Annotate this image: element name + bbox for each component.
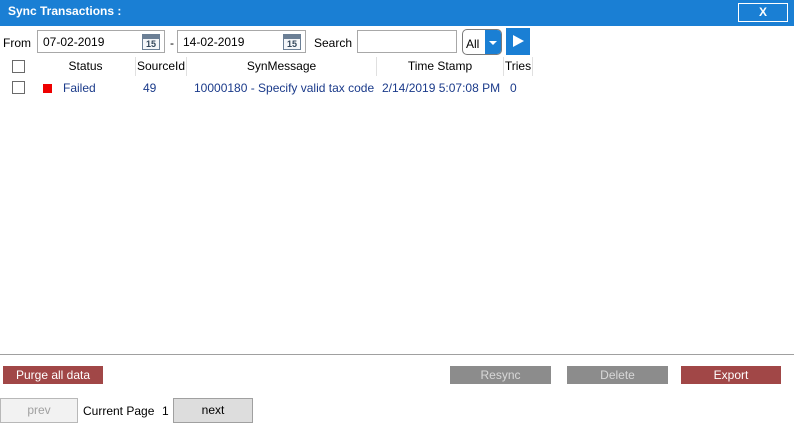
to-date-picker[interactable]: 14-02-2019 15 (177, 30, 306, 53)
status-filter-value: All (466, 37, 480, 51)
purge-all-data-button[interactable]: Purge all data (3, 366, 103, 384)
calendar-day: 15 (145, 39, 156, 49)
search-label: Search (314, 36, 353, 50)
column-header-synmessage[interactable]: SynMessage (187, 57, 377, 76)
export-button[interactable]: Export (681, 366, 781, 384)
from-date-value: 07-02-2019 (43, 35, 105, 49)
message-cell: 10000180 - Specify valid tax code (194, 81, 375, 95)
table-row[interactable]: Failed 49 10000180 - Specify valid tax c… (0, 77, 794, 99)
status-indicator-icon (43, 84, 52, 93)
search-input[interactable] (357, 30, 457, 53)
chevron-down-icon[interactable] (485, 30, 501, 54)
delete-button[interactable]: Delete (567, 366, 668, 384)
prev-page-button[interactable]: prev (0, 398, 78, 423)
current-page-label: Current Page (83, 404, 155, 418)
status-cell: Failed (63, 81, 96, 95)
date-separator: - (170, 36, 174, 50)
filter-bar: From 07-02-2019 15 - 14-02-2019 15 Searc… (0, 27, 794, 55)
transactions-grid: Status SourceId SynMessage Time Stamp Tr… (0, 57, 794, 355)
tries-cell: 0 (510, 81, 517, 95)
status-filter-dropdown[interactable]: All (462, 29, 502, 55)
column-header-status[interactable]: Status (36, 57, 136, 76)
current-page-number: 1 (162, 404, 169, 418)
grid-header: Status SourceId SynMessage Time Stamp Tr… (0, 57, 794, 76)
title-bar: Sync Transactions : X (0, 0, 794, 26)
sourceid-cell: 49 (143, 81, 157, 95)
timestamp-cell: 2/14/2019 5:07:08 PM (382, 81, 501, 95)
resync-button[interactable]: Resync (450, 366, 551, 384)
column-header-timestamp[interactable]: Time Stamp (377, 57, 504, 76)
to-date-value: 14-02-2019 (183, 35, 245, 49)
close-button[interactable]: X (738, 3, 788, 22)
column-header-sourceid[interactable]: SourceId (136, 57, 187, 76)
play-icon[interactable] (506, 28, 530, 55)
column-header-tries[interactable]: Tries (504, 57, 533, 76)
calendar-icon[interactable]: 15 (142, 34, 160, 50)
from-date-picker[interactable]: 07-02-2019 15 (37, 30, 165, 53)
calendar-day: 15 (286, 39, 297, 49)
from-label: From (3, 36, 31, 50)
row-checkbox[interactable] (12, 81, 25, 94)
select-all-checkbox[interactable] (12, 60, 25, 73)
calendar-icon[interactable]: 15 (283, 34, 301, 50)
next-page-button[interactable]: next (173, 398, 253, 423)
window-title: Sync Transactions : (8, 4, 122, 18)
